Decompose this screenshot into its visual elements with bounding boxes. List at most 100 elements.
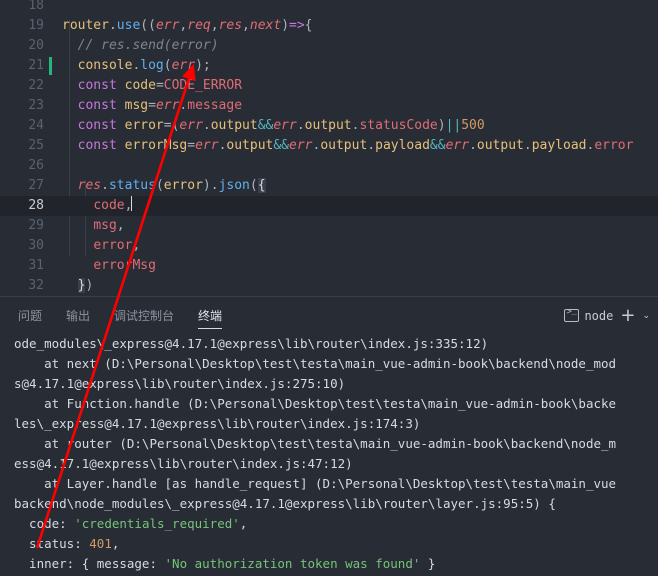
terminal-segment: ess@4.17.1@express\lib\router\index.js:4… [14, 456, 353, 471]
code-line-31[interactable]: 31 errorMsg [0, 256, 658, 276]
git-modified-marker [49, 57, 52, 75]
code-text: const code=CODE_ERROR [62, 76, 242, 96]
code-token: use [116, 18, 141, 33]
terminal-line: at Function.handle (D:\Personal\Desktop\… [0, 394, 658, 414]
code-token: err [195, 138, 219, 153]
terminal-segment: status: [14, 536, 90, 551]
code-token: . [108, 18, 117, 33]
terminal-segment: s@4.17.1@express\lib\router\index.js:275… [14, 376, 346, 391]
code-token: msg [93, 218, 117, 233]
terminal-line: ode_modules\_express@4.17.1@express\lib\… [0, 334, 658, 354]
terminal-segment: at Layer.handle [as handle_request] (D:\… [14, 476, 617, 491]
code-line-19[interactable]: 19 router.use((err,req,res,next)=>{ [0, 16, 658, 36]
code-text: console.log(err); [62, 56, 211, 76]
code-token: errorMsg [93, 258, 156, 273]
code-token: && [257, 118, 274, 133]
panel-actions: node + ⌄ [564, 306, 658, 325]
line-number: 30 [28, 238, 44, 253]
code-editor[interactable]: 18 19 router.use((err,req,res,next)=>{20 /… [0, 0, 658, 296]
code-token: code [93, 198, 125, 213]
code-token: output [304, 118, 352, 133]
code-token: , [210, 18, 219, 33]
new-terminal-icon[interactable]: + [620, 306, 635, 325]
line-number: 31 [28, 258, 44, 273]
terminal-selector[interactable]: node [564, 306, 614, 323]
code-text: }) [62, 276, 93, 296]
code-token: error [124, 118, 164, 133]
line-number: 29 [28, 218, 44, 233]
line-number: 20 [28, 38, 44, 53]
code-line-32[interactable]: 32 }) [0, 276, 658, 296]
code-token: =( [163, 118, 180, 133]
code-line-26[interactable]: 26 [0, 156, 658, 176]
code-token: const [77, 98, 117, 113]
code-token: const [77, 138, 117, 153]
terminal-segment: 'No authorization token was found' [164, 556, 421, 571]
line-number: 26 [28, 158, 44, 173]
code-token: = [148, 98, 156, 113]
terminal-segment: , [239, 516, 248, 531]
code-token: // res.send(error) [62, 38, 219, 53]
code-line-28[interactable]: 28 code, [0, 196, 658, 216]
panel-tab-1[interactable]: 输出 [66, 297, 90, 335]
code-text: code, [62, 196, 133, 216]
code-line-29[interactable]: 29 msg, [0, 216, 658, 236]
terminal-lines-container: ode_modules\_express@4.17.1@express\lib\… [0, 334, 658, 576]
code-token: err [289, 138, 313, 153]
code-token: payload [531, 138, 587, 153]
code-line-24[interactable]: 24 const error=(err.output&&err.output.s… [0, 116, 658, 136]
code-line-20[interactable]: 20 // res.send(error) [0, 36, 658, 56]
code-line-21[interactable]: 21 console.log(err); [0, 56, 658, 76]
line-number: 27 [28, 178, 44, 193]
code-token: ( [155, 178, 164, 193]
code-text: error, [62, 236, 140, 256]
code-token: err [171, 58, 196, 73]
terminal-name: node [584, 308, 614, 323]
code-line-18[interactable]: 18 [0, 0, 658, 16]
code-line-30[interactable]: 30 error, [0, 236, 658, 256]
code-lines-container: 18 19 router.use((err,req,res,next)=>{20 /… [0, 0, 658, 296]
code-token: res [218, 18, 243, 33]
terminal-line: at Layer.handle [as handle_request] (D:\… [0, 474, 658, 494]
code-token: msg [124, 98, 149, 113]
code-token: json [218, 178, 250, 193]
code-token: , [242, 18, 250, 33]
panel-tabs: 问题 输出 调试控制台 终端 [0, 297, 246, 335]
terminal-line: code: 'credentials_required', [0, 514, 658, 534]
terminal-output[interactable]: ode_modules\_express@4.17.1@express\lib\… [0, 334, 658, 576]
terminal-icon [564, 306, 580, 322]
code-token: output [476, 138, 524, 153]
code-token: console [77, 58, 133, 73]
chevron-down-icon[interactable]: ⌄ [642, 311, 650, 321]
code-token: err [445, 138, 470, 153]
terminal-segment: , [111, 536, 120, 551]
panel-tab-2[interactable]: 调试控制台 [114, 297, 174, 335]
code-token: ( [163, 58, 172, 73]
code-token: error [93, 238, 133, 253]
code-line-25[interactable]: 25 const errorMsg=err.output&&err.output… [0, 136, 658, 156]
code-token: ). [202, 178, 219, 193]
code-token: err [273, 118, 297, 133]
code-line-23[interactable]: 23 const msg=err.message [0, 96, 658, 116]
code-token: error [163, 178, 203, 193]
code-token: => [289, 18, 305, 33]
code-token: ) [437, 118, 446, 133]
code-line-27[interactable]: 27 res.status(error).json({ [0, 176, 658, 196]
panel-tab-3[interactable]: 终端 [198, 297, 223, 335]
code-token: err [179, 118, 203, 133]
terminal-segment: les\_express@4.17.1@express\lib\router\i… [14, 416, 421, 431]
code-line-22[interactable]: 22 const code=CODE_ERROR [0, 76, 658, 96]
code-token: , [132, 238, 141, 253]
code-token: . [101, 178, 109, 193]
terminal-line: at next (D:\Personal\Desktop\test\testa\… [0, 354, 658, 374]
code-token: const [77, 118, 117, 133]
terminal-segment: backend\node_modules\_express@4.17.1@exp… [14, 496, 556, 511]
panel-tab-0[interactable]: 问题 [18, 297, 42, 335]
code-token: code [124, 78, 156, 93]
code-token: = [155, 78, 164, 93]
